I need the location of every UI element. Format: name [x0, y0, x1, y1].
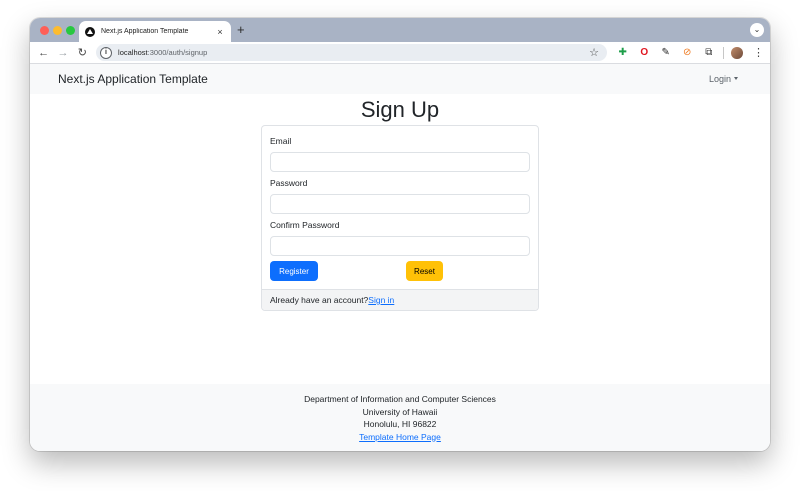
email-field[interactable]: [270, 152, 530, 172]
signup-form: Email Password Confirm Password Register…: [262, 126, 538, 283]
register-button[interactable]: Register: [270, 261, 318, 281]
footer-address: Honolulu, HI 96822: [363, 419, 437, 429]
email-label: Email: [270, 136, 292, 146]
page-footer: Department of Information and Computer S…: [30, 384, 770, 451]
window-close-button[interactable]: [40, 26, 49, 35]
window-minimize-button[interactable]: [53, 26, 62, 35]
confirm-password-field[interactable]: [270, 236, 530, 256]
page-content: Next.js Application Template Login Sign …: [30, 64, 770, 451]
signin-link[interactable]: Sign in: [368, 295, 394, 305]
tab-title: Next.js Application Template: [101, 28, 189, 35]
menu-kebab-icon[interactable]: ⋮: [753, 46, 764, 59]
opera-icon[interactable]: O: [638, 47, 650, 59]
url-path: :3000/auth/signup: [147, 48, 208, 57]
page-title: Sign Up: [360, 97, 440, 122]
forward-icon[interactable]: →: [55, 47, 70, 59]
window-maximize-button[interactable]: [66, 26, 75, 35]
password-field[interactable]: [270, 194, 530, 214]
browser-window: Next.js Application Template × + ⌄ ← → ↻…: [30, 18, 770, 451]
account-prompt: Already have an account?: [270, 295, 369, 305]
navbar: Next.js Application Template Login: [30, 64, 770, 94]
orange-extension-icon[interactable]: ⊘: [681, 47, 693, 59]
login-label: Login: [708, 74, 731, 84]
bookmark-star-icon[interactable]: ☆: [589, 46, 599, 59]
url-host: localhost: [118, 48, 148, 57]
signup-card: Email Password Confirm Password Register…: [261, 125, 539, 311]
new-tab-button[interactable]: +: [237, 22, 245, 37]
password-label: Password: [270, 178, 308, 188]
browser-tab[interactable]: Next.js Application Template ×: [79, 21, 231, 42]
browser-toolbar: ← → ↻ i localhost:3000/auth/signup ☆ ✚ O…: [30, 42, 770, 64]
puzzle-icon[interactable]: ⧉: [703, 47, 715, 59]
login-dropdown[interactable]: Login: [709, 74, 738, 84]
navbar-brand[interactable]: Next.js Application Template: [58, 72, 208, 86]
caret-down-icon: [734, 77, 738, 80]
pen-icon[interactable]: ✎: [660, 47, 672, 59]
tab-close-icon[interactable]: ×: [215, 27, 225, 37]
reset-button[interactable]: Reset: [406, 261, 443, 281]
template-home-link[interactable]: Template Home Page: [359, 432, 441, 442]
footer-university: University of Hawaii: [362, 406, 438, 417]
toolbar-divider: [722, 46, 724, 59]
card-footer: Already have an account?Sign in: [262, 289, 538, 310]
confirm-password-label: Confirm Password: [270, 220, 340, 230]
extension-icon[interactable]: ✚: [617, 47, 629, 59]
nextjs-favicon-icon: [85, 26, 95, 37]
reload-icon[interactable]: ↻: [75, 46, 90, 59]
footer-department: Department of Information and Computer S…: [304, 394, 496, 404]
site-info-icon[interactable]: i: [100, 46, 113, 59]
address-bar[interactable]: i localhost:3000/auth/signup ☆: [96, 44, 607, 61]
tab-search-icon[interactable]: ⌄: [750, 23, 764, 37]
back-icon[interactable]: ←: [36, 47, 51, 59]
profile-avatar-icon[interactable]: [731, 46, 743, 59]
form-buttons: Register Reset: [270, 261, 530, 283]
tab-strip: Next.js Application Template × + ⌄: [30, 18, 770, 42]
